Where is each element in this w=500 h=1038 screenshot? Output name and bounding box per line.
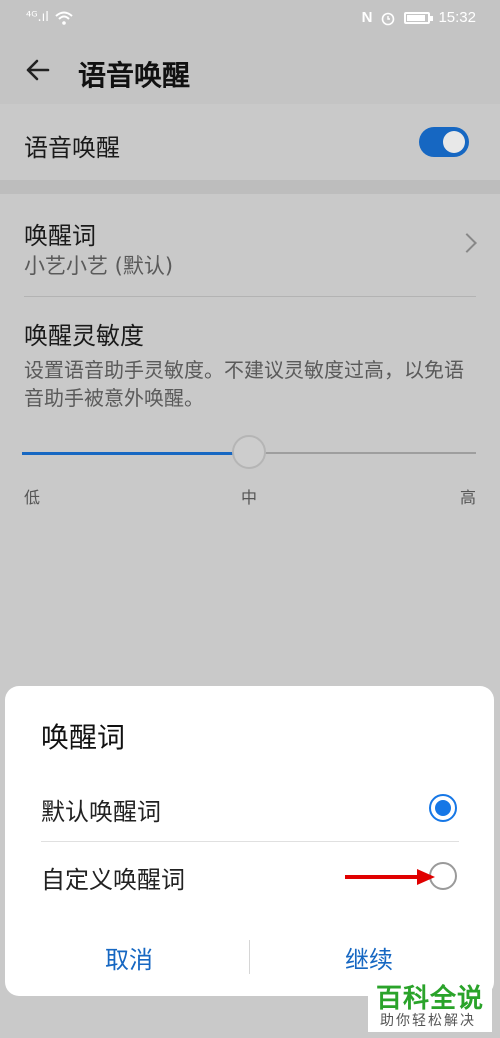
sensitivity-description: 设置语音助手灵敏度。不建议灵敏度过高，以免语音助手被意外唤醒。 [24,358,464,410]
voice-wake-label: 语音唤醒 [24,134,120,162]
watermark-logo: 百科全说 助你轻松解决 [368,976,492,1032]
divider [24,296,476,297]
wake-word-title: 唤醒词 [24,222,96,250]
watermark-slogan: 助你轻松解决 [380,1013,476,1029]
button-separator [249,940,250,974]
option-default-wake-word[interactable]: 默认唤醒词 [5,774,494,842]
wifi-icon [55,11,73,25]
voice-wake-toggle[interactable] [419,127,469,157]
option-label: 自定义唤醒词 [41,866,185,894]
status-bar: ⁴ᴳ.ıl N 15:32 [0,0,500,38]
wake-word-row[interactable]: 唤醒词 小艺小艺 (默认) [0,194,500,296]
page-title: 语音唤醒 [78,59,191,92]
back-arrow-icon[interactable] [22,54,54,86]
nfc-icon: N [361,9,373,26]
slider-label-high: 高 [460,488,477,507]
slider-label-mid: 中 [241,488,258,507]
signal-icon: ⁴ᴳ.ıl [26,10,49,25]
battery-icon [404,11,434,24]
radio-selected-icon[interactable] [429,794,457,822]
wake-word-value: 小艺小艺 (默认) [24,254,174,278]
continue-button[interactable]: 继续 [345,940,393,975]
slider-label-low: 低 [24,488,41,507]
cancel-button[interactable]: 取消 [105,940,153,975]
slider-fill [22,452,249,455]
wake-word-dialog: 唤醒词 默认唤醒词 自定义唤醒词 取消 继续 [5,686,494,996]
alarm-icon [382,12,395,25]
sensitivity-slider[interactable] [22,435,476,469]
dialog-title: 唤醒词 [41,721,126,754]
red-arrow-annotation-icon [345,869,435,885]
slider-thumb[interactable] [232,435,266,469]
toggle-knob [443,131,465,153]
app-bar: 语音唤醒 [0,38,500,104]
sensitivity-title: 唤醒灵敏度 [24,322,144,350]
option-label: 默认唤醒词 [41,798,161,826]
section-divider [0,180,500,194]
status-time: 15:32 [438,9,476,26]
